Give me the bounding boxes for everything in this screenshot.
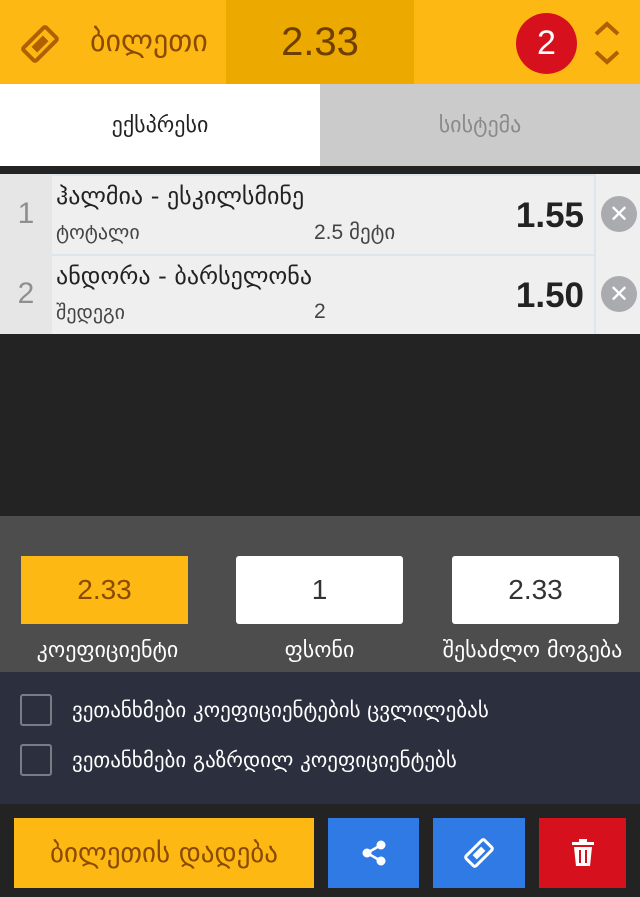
- remove-bet-button[interactable]: ✕: [594, 254, 640, 334]
- bet-market: ტოტალი: [56, 220, 140, 244]
- bet-index: 2: [0, 254, 52, 334]
- remove-bet-button[interactable]: ✕: [594, 174, 640, 254]
- bet-count-badge: 2: [516, 13, 577, 74]
- coefficient-value: 2.33: [21, 556, 188, 624]
- bet-type-tabs: ექსპრესი სისტემა: [0, 84, 640, 166]
- bet-odd: 1.50: [515, 276, 584, 315]
- coefficient-label: კოეფიციენტი: [36, 638, 179, 663]
- bet-row: 2 ანდორა - ბარსელონა შედეგი 2 1.50 ✕: [0, 254, 640, 334]
- bet-market: შედეგი: [56, 300, 125, 324]
- bet-details: ჰალმია - ესკილსმინე ტოტალი 2.5 მეტი 1.55: [52, 174, 594, 254]
- possible-win-value: 2.33: [452, 556, 619, 624]
- bet-pick: 2: [314, 300, 326, 323]
- bet-list: 1 ჰალმია - ესკილსმინე ტოტალი 2.5 მეტი 1.…: [0, 174, 640, 334]
- agreements-panel: ვეთანხმები კოეფიციენტების ცვლილებას ვეთა…: [0, 672, 640, 804]
- share-icon: [362, 840, 385, 866]
- checkbox[interactable]: [20, 744, 52, 776]
- betslip-header: ბილეთი 2.33 2: [0, 0, 640, 84]
- betslip-title: ბილეთი: [90, 24, 208, 59]
- tab-express[interactable]: ექსპრესი: [0, 84, 320, 166]
- ticket-icon: [21, 25, 59, 63]
- agreement-increased-odds[interactable]: ვეთანხმები გაზრდილ კოეფიციენტებს: [20, 744, 457, 776]
- bet-teams: ანდორა - ბარსელონა: [56, 262, 313, 290]
- bet-index: 1: [0, 174, 52, 254]
- close-icon: ✕: [601, 196, 637, 232]
- action-bar: ბილეთის დადება: [0, 804, 640, 897]
- close-icon: ✕: [601, 276, 637, 312]
- expand-collapse-icon[interactable]: [590, 18, 624, 68]
- share-button[interactable]: [328, 818, 419, 888]
- checkbox[interactable]: [20, 694, 52, 726]
- clear-betslip-button[interactable]: [539, 818, 626, 888]
- trash-icon: [571, 839, 594, 866]
- ticket-button[interactable]: [433, 818, 525, 888]
- bet-row: 1 ჰალმია - ესკილსმინე ტოტალი 2.5 მეტი 1.…: [0, 174, 640, 254]
- stake-label: ფსონი: [284, 638, 355, 663]
- agreement-odds-change[interactable]: ვეთანხმები კოეფიციენტების ცვლილებას: [20, 694, 489, 726]
- betslip-summary: 2.33 1 2.33 კოეფიციენტი ფსონი შესაძლო მო…: [0, 516, 640, 672]
- bet-pick: 2.5 მეტი: [314, 221, 396, 244]
- place-bet-button[interactable]: ბილეთის დადება: [14, 818, 314, 888]
- tab-system[interactable]: სისტემა: [320, 84, 640, 166]
- bet-details: ანდორა - ბარსელონა შედეგი 2 1.50: [52, 254, 594, 334]
- bet-teams: ჰალმია - ესკილსმინე: [56, 182, 305, 210]
- agreement-label: ვეთანხმები გაზრდილ კოეფიციენტებს: [72, 748, 457, 772]
- possible-win-label: შესაძლო მოგება: [442, 638, 623, 663]
- bet-odd: 1.55: [515, 196, 584, 235]
- ticket-icon: [464, 838, 494, 868]
- total-odds: 2.33: [226, 0, 414, 84]
- agreement-label: ვეთანხმები კოეფიციენტების ცვლილებას: [72, 698, 489, 722]
- stake-input[interactable]: 1: [236, 556, 403, 624]
